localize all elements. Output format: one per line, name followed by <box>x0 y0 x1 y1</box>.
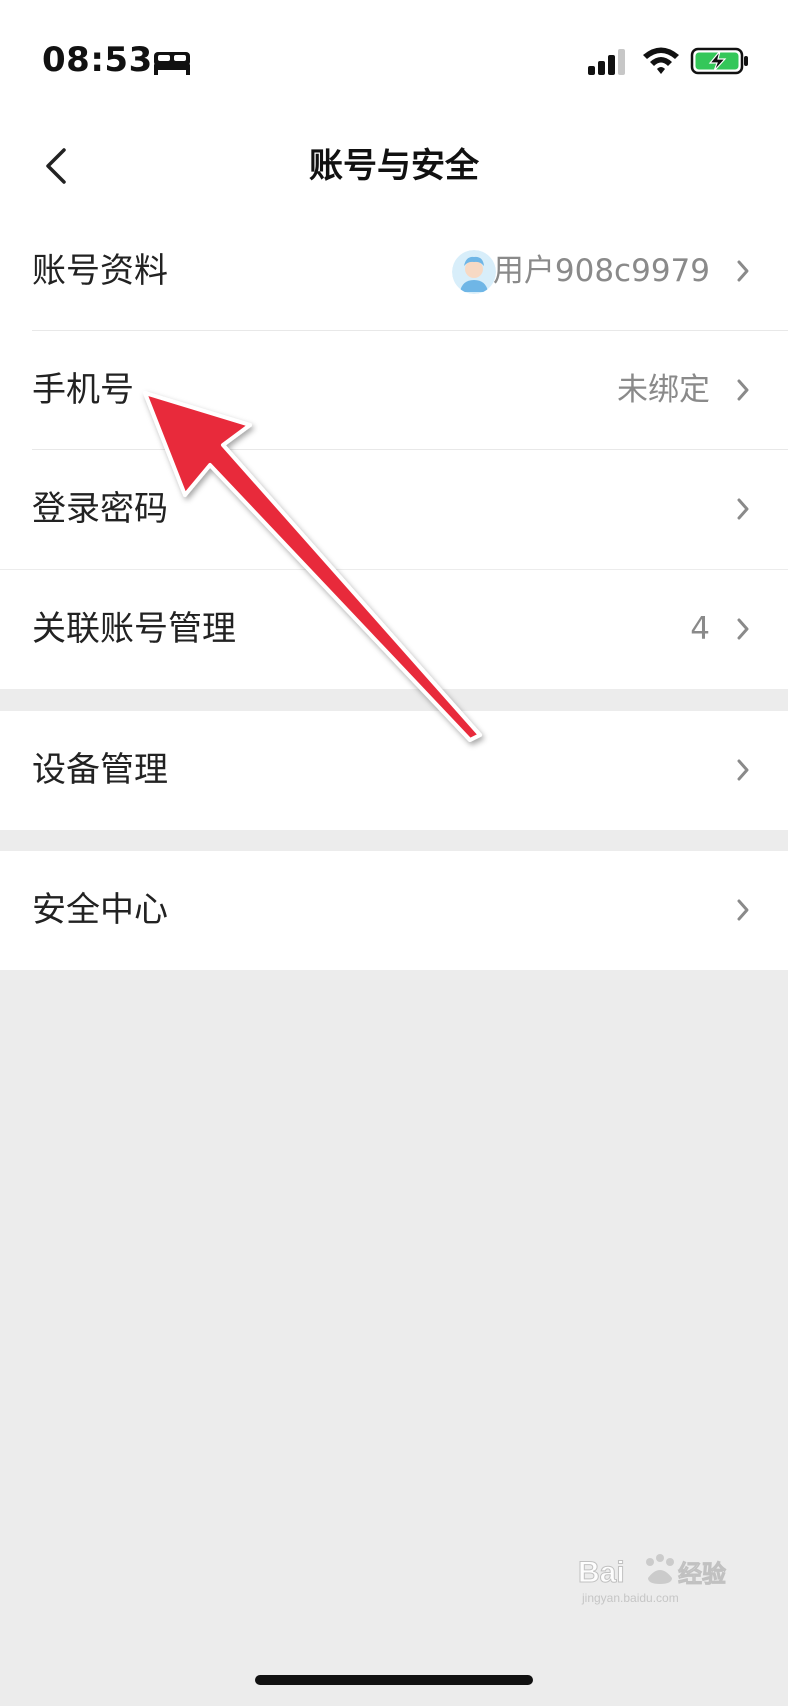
list-item-label: 安全中心 <box>32 890 168 930</box>
list-item-label: 关联账号管理 <box>32 609 236 649</box>
chevron-right-icon <box>737 260 749 282</box>
list-item-linked-accounts[interactable]: 关联账号管理 4 <box>0 570 788 689</box>
status-time: 08:53 <box>42 40 153 80</box>
list-item-login-password[interactable]: 登录密码 <box>0 450 788 569</box>
page-title: 账号与安全 <box>309 146 479 186</box>
home-indicator[interactable] <box>255 1675 533 1685</box>
svg-text:jingyan.baidu.com: jingyan.baidu.com <box>581 1591 679 1605</box>
bed-icon <box>154 52 190 75</box>
list-item-phone-number[interactable]: 手机号 未绑定 <box>0 331 788 450</box>
chevron-right-icon <box>737 379 749 401</box>
baidu-watermark-logo: Bai 经验 jingyan.baidu.com <box>578 1554 726 1605</box>
list-item-device-management[interactable]: 设备管理 <box>0 711 788 830</box>
list-item-label: 设备管理 <box>32 750 168 790</box>
navigation-bar: 账号与安全 <box>0 120 788 212</box>
status-bar: 08:53 <box>0 0 788 120</box>
chevron-right-icon <box>737 618 749 640</box>
svg-text:经验: 经验 <box>678 1560 726 1588</box>
chevron-right-icon <box>737 759 749 781</box>
svg-text:Bai: Bai <box>578 1556 625 1589</box>
list-item-account-profile[interactable]: 账号资料 用户908c9979 <box>0 212 788 331</box>
list-item-count: 4 <box>690 611 710 647</box>
list-item-value: 未绑定 <box>617 372 710 408</box>
device-management-group: 设备管理 <box>0 711 788 830</box>
list-item-label: 手机号 <box>32 370 134 410</box>
list-item-label: 账号资料 <box>32 251 168 291</box>
security-center-group: 安全中心 <box>0 851 788 970</box>
cellular-signal-icon <box>588 49 625 75</box>
linked-accounts-group: 关联账号管理 4 <box>0 570 788 689</box>
battery-charging-icon <box>690 47 748 75</box>
wifi-icon <box>643 47 679 74</box>
chevron-right-icon <box>737 498 749 520</box>
list-item-label: 登录密码 <box>32 489 168 529</box>
avatar <box>452 250 496 294</box>
list-item-security-center[interactable]: 安全中心 <box>0 851 788 970</box>
chevron-right-icon <box>737 899 749 921</box>
account-info-group: 账号资料 用户908c9979 手机号 未绑定 登录密码 <box>0 212 788 569</box>
list-item-value: 用户908c9979 <box>492 253 710 289</box>
